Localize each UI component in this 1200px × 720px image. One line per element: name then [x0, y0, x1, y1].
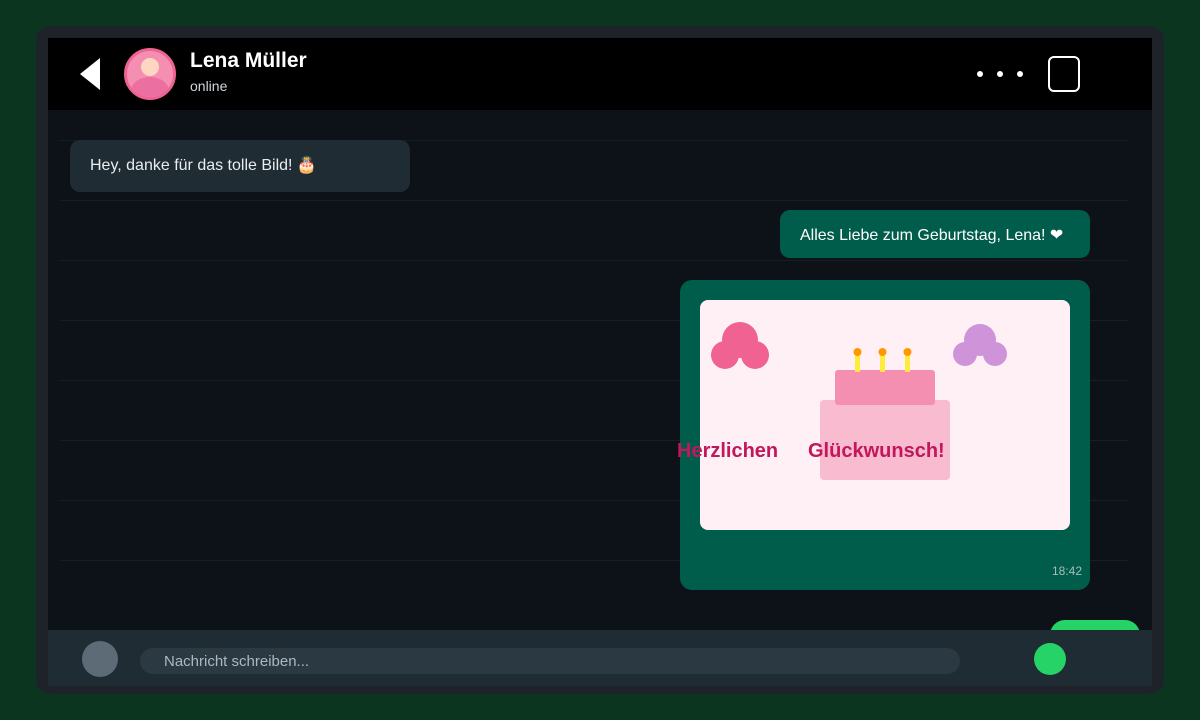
- more-dot: [997, 71, 1003, 77]
- outgoing-image-message[interactable]: Herzlichen Glückwunsch! 18:42: [677, 280, 1090, 590]
- message-timestamp: 18:42: [1051, 564, 1082, 578]
- card-text-left: Herzlichen: [677, 440, 779, 462]
- message-list[interactable]: Hey, danke für das tolle Bild! 🎂 Alles L…: [48, 110, 1152, 650]
- send-button[interactable]: [1034, 643, 1066, 675]
- contact-name[interactable]: Lena Müller: [190, 49, 307, 73]
- avatar-head: [141, 58, 159, 76]
- purple-balloons-icon: [953, 324, 1007, 366]
- incoming-message[interactable]: Hey, danke für das tolle Bild! 🎂: [70, 140, 410, 192]
- more-dot: [1017, 71, 1023, 77]
- square-icon[interactable]: [1048, 56, 1080, 92]
- contact-status: online: [190, 78, 228, 94]
- card-text-right: Glückwunsch!: [808, 440, 945, 462]
- attach-button[interactable]: [82, 641, 118, 677]
- message-input[interactable]: [140, 648, 960, 674]
- avatar-body: [131, 77, 169, 97]
- more-dot: [977, 71, 983, 77]
- divider: [60, 260, 1128, 261]
- input-bar: [48, 630, 1152, 686]
- outgoing-message[interactable]: Alles Liebe zum Geburtstag, Lena! ❤: [780, 210, 1090, 258]
- chat-header: Lena Müller online: [48, 38, 1152, 110]
- divider: [60, 200, 1128, 201]
- birthday-card-illustration: [711, 322, 1007, 480]
- more-options-icon[interactable]: [972, 64, 1028, 84]
- birthday-card-image[interactable]: Herzlichen Glückwunsch!: [677, 300, 1070, 530]
- avatar[interactable]: [124, 48, 176, 100]
- chat-screen: Lena Müller online Hey, danke für das to…: [48, 38, 1152, 686]
- back-arrow-icon[interactable]: [80, 58, 100, 90]
- pink-balloons-icon: [711, 322, 769, 369]
